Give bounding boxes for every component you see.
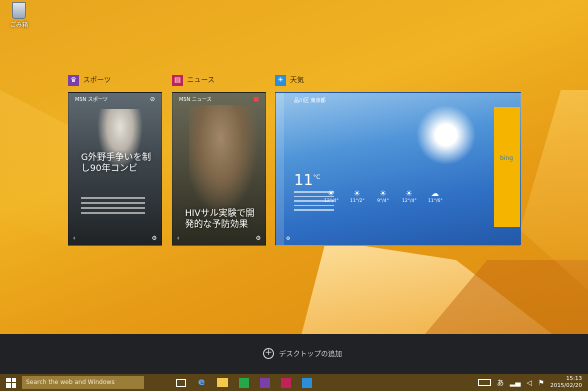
weather-app-button[interactable]: [300, 376, 313, 389]
clock-date: 2015/02/20: [550, 382, 582, 389]
store-icon: [238, 377, 249, 388]
settings-icon: ⚙: [286, 236, 291, 242]
start-button[interactable]: [0, 374, 22, 391]
temperature-value: 11: [294, 171, 314, 189]
app-brand: MSN スポーツ: [75, 96, 108, 103]
nav-rail: [276, 93, 284, 245]
forecast-day: ☀ 12°/4°: [402, 189, 417, 204]
article-headline: G外野手争いを制し90年コンビ: [81, 153, 151, 174]
forecast-day: ☁ 11°/6°: [428, 189, 443, 204]
taskbar-pinned-apps: e: [174, 376, 313, 389]
clock-time: 15:13: [566, 375, 582, 382]
temperature-unit: °C: [313, 174, 321, 181]
bing-panel: bing: [494, 107, 520, 227]
weather-icon: ☀: [353, 189, 361, 198]
taskbar: e あ ▂▄ ◁ ⚑ 15:13 2015/02/20: [0, 374, 588, 391]
search-input[interactable]: [26, 379, 144, 386]
search-box[interactable]: [22, 376, 144, 389]
network-icon[interactable]: ▂▄: [510, 379, 521, 387]
add-desktop-button[interactable]: + デスクトップの追加: [263, 348, 342, 359]
preview-header: MSN スポーツ ⊘: [69, 93, 161, 105]
forecast-day: ☀ 11°/2°: [350, 189, 365, 204]
current-temperature: 11°C: [294, 171, 320, 189]
forecast-temp: 11°/2°: [350, 199, 365, 204]
window-header: ♛ スポーツ: [68, 73, 162, 87]
weather-icon: ☀: [379, 189, 387, 198]
recycle-bin-label: ごみ箱: [9, 22, 28, 29]
windows-logo-icon: [6, 377, 16, 388]
settings-icon: ⚙: [151, 235, 157, 242]
window-thumbnail-news[interactable]: ▤ ニュース MSN ニュース ■ HIVサル実験で開発的な予防効果 ‹ ⚙: [172, 73, 266, 246]
sports-app-button[interactable]: [258, 376, 271, 389]
window-preview[interactable]: 品川区 東京都 11°C ☀ 12°/4° ☀ 11°/2° ☀ 9°/4° ☀ 12°…: [275, 92, 521, 246]
article-summary: [81, 197, 145, 217]
sun-graphic: [416, 105, 476, 165]
internet-explorer-icon[interactable]: e: [195, 376, 208, 389]
clock[interactable]: 15:13 2015/02/20: [550, 376, 582, 390]
task-view-button[interactable]: [174, 376, 187, 389]
forecast-day: ☀ 12°/4°: [324, 189, 339, 204]
news-icon: ▤: [172, 74, 183, 86]
forecast-temp: 11°/6°: [428, 199, 443, 204]
sun-icon: [301, 377, 312, 388]
sun-icon: ☀: [275, 74, 286, 86]
window-preview[interactable]: MSN ニュース ■ HIVサル実験で開発的な予防効果 ‹ ⚙: [172, 92, 266, 246]
window-thumbnail-sports[interactable]: ♛ スポーツ MSN スポーツ ⊘ G外野手争いを制し90年コンビ ‹ ⚙: [68, 73, 162, 246]
close-icon[interactable]: ⊘: [150, 96, 155, 103]
window-title: 天気: [290, 76, 304, 84]
volume-icon[interactable]: ◁: [527, 379, 532, 387]
forecast-temp: 9°/4°: [377, 199, 389, 204]
back-icon: ‹: [73, 235, 76, 242]
recycle-bin-icon: [12, 2, 26, 19]
trophy-icon: ♛: [68, 74, 79, 86]
trophy-icon: [259, 377, 270, 388]
flag-icon[interactable]: ⚑: [538, 379, 544, 387]
article-headline: HIVサル実験で開発的な予防効果: [185, 209, 255, 230]
forecast-temp: 12°/4°: [402, 199, 417, 204]
window-header: ▤ ニュース: [172, 73, 266, 87]
add-desktop-label: デスクトップの追加: [279, 349, 342, 358]
recycle-bin[interactable]: ごみ箱: [4, 2, 34, 29]
window-preview[interactable]: MSN スポーツ ⊘ G外野手争いを制し90年コンビ ‹ ⚙: [68, 92, 162, 246]
window-title: ニュース: [187, 76, 215, 84]
forecast-day: ☀ 9°/4°: [376, 189, 390, 204]
app-brand: MSN ニュース: [179, 96, 212, 103]
store-button[interactable]: [237, 376, 250, 389]
folder-icon: [217, 378, 228, 387]
weather-location: 品川区 東京都: [294, 98, 326, 104]
window-title: スポーツ: [83, 76, 111, 84]
photo-monkey: [189, 105, 259, 215]
settings-icon: ⚙: [255, 235, 261, 242]
news-app-button[interactable]: [279, 376, 292, 389]
system-tray: あ ▂▄ ◁ ⚑ 15:13 2015/02/20: [477, 376, 588, 390]
window-header: ☀ 天気: [275, 73, 521, 87]
close-icon[interactable]: ■: [253, 96, 259, 103]
keyboard-icon[interactable]: [477, 379, 491, 386]
news-icon: [280, 377, 291, 388]
task-view-icon: [175, 378, 186, 387]
window-thumbnail-weather[interactable]: ☀ 天気 品川区 東京都 11°C ☀ 12°/4° ☀ 11°/2° ☀ 9°/4°…: [275, 73, 521, 246]
weather-icon: ☀: [327, 189, 335, 198]
file-explorer-button[interactable]: [216, 376, 229, 389]
task-view-bar: + デスクトップの追加: [0, 334, 588, 374]
bing-logo: bing: [500, 155, 514, 162]
ime-indicator[interactable]: あ: [497, 378, 504, 388]
forecast-row: ☀ 12°/4° ☀ 11°/2° ☀ 9°/4° ☀ 12°/4° ☁ 11°/6°: [324, 189, 443, 204]
preview-footer: ‹ ⚙: [177, 235, 261, 242]
preview-header: MSN ニュース ■: [173, 93, 265, 105]
weather-icon: ☁: [431, 189, 439, 198]
plus-icon: +: [263, 348, 274, 359]
forecast-temp: 12°/4°: [324, 199, 339, 204]
preview-footer: ‹ ⚙: [73, 235, 157, 242]
weather-icon: ☀: [405, 189, 413, 198]
back-icon: ‹: [177, 235, 180, 242]
